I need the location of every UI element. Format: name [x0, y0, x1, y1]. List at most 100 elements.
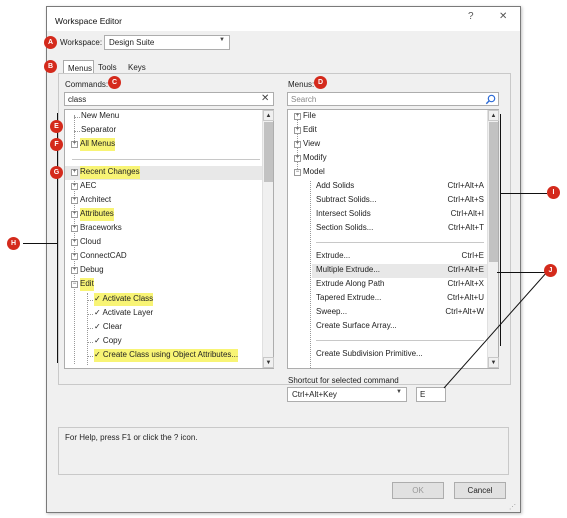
list-item[interactable]: ✓ Activate Class: [94, 293, 154, 306]
clear-search-icon[interactable]: ✕: [261, 93, 269, 104]
expand-icon[interactable]: +: [71, 141, 78, 148]
search-icon[interactable]: [485, 94, 496, 105]
callout-marker-h: H: [7, 237, 20, 250]
list-item[interactable]: ✓ Clear: [94, 321, 122, 334]
callout-leader: [500, 193, 547, 194]
scroll-thumb[interactable]: [489, 122, 498, 262]
command-label: Add Solids: [316, 181, 355, 190]
shortcut-key-value: E: [420, 390, 426, 399]
help-area: For Help, press F1 or click the ? icon.: [58, 427, 509, 475]
scroll-thumb[interactable]: [264, 122, 273, 182]
list-item[interactable]: Attributes: [80, 208, 114, 221]
list-item[interactable]: AEC: [80, 180, 96, 193]
expand-icon[interactable]: +: [294, 141, 301, 148]
expand-icon[interactable]: +: [71, 239, 78, 246]
list-item[interactable]: New Menu: [81, 110, 119, 123]
shortcut-label: Shortcut for selected command: [288, 376, 399, 385]
command-label: Sweep...: [316, 307, 348, 316]
resize-grip-icon[interactable]: ⋰: [509, 503, 517, 511]
command-label: Tapered Extrude...: [316, 293, 382, 302]
expand-icon[interactable]: +: [294, 155, 301, 162]
close-icon[interactable]: ✕: [499, 11, 507, 22]
list-item[interactable]: Edit: [303, 124, 317, 137]
expand-icon[interactable]: +: [294, 127, 301, 134]
list-item[interactable]: Cloud: [80, 236, 101, 249]
collapse-icon[interactable]: −: [71, 281, 78, 288]
workspace-select[interactable]: Design Suite ▼: [104, 35, 230, 50]
expand-icon[interactable]: +: [71, 211, 78, 218]
callout-leader: [443, 272, 548, 389]
command-shortcut: Ctrl+Alt+T: [447, 223, 484, 232]
expand-icon[interactable]: +: [71, 197, 78, 204]
expand-icon[interactable]: +: [71, 169, 78, 176]
scroll-up-icon[interactable]: ▲: [488, 110, 499, 121]
list-item[interactable]: Model: [303, 166, 325, 179]
callout-marker-i: I: [547, 186, 560, 199]
tree-separator: [72, 159, 260, 160]
callout-marker-f: F: [50, 138, 63, 151]
commands-tree[interactable]: New Menu Separator + All Menus + Recent …: [64, 109, 274, 369]
list-item[interactable]: ✓ Activate Layer: [94, 307, 153, 320]
callout-marker-a: A: [44, 36, 57, 49]
commands-search-field[interactable]: class ✕: [64, 92, 274, 106]
commands-label: Commands:: [65, 80, 109, 89]
menu-command-row[interactable]: Section Solids... Ctrl+Alt+T: [316, 222, 484, 236]
collapse-icon[interactable]: −: [294, 169, 301, 176]
list-item[interactable]: Braceworks: [80, 222, 122, 235]
list-item[interactable]: Architect: [80, 194, 111, 207]
command-shortcut: Ctrl+Alt+A: [447, 181, 484, 190]
list-item[interactable]: ✓ Create Class using Object Attributes..…: [94, 349, 239, 362]
callout-marker-b: B: [44, 60, 57, 73]
callout-marker-d: D: [314, 76, 327, 89]
list-item[interactable]: ✓ Copy: [94, 335, 122, 348]
command-label: Create Surface Array...: [316, 321, 397, 330]
list-item[interactable]: View: [303, 138, 320, 151]
scroll-up-icon[interactable]: ▲: [263, 110, 274, 121]
list-item[interactable]: Separator: [81, 124, 116, 137]
expand-icon[interactable]: +: [294, 113, 301, 120]
callout-marker-j: J: [544, 264, 557, 277]
list-item[interactable]: Modify: [303, 152, 327, 165]
shortcut-modifier-select[interactable]: Ctrl+Alt+Key ▼: [287, 387, 407, 402]
list-item[interactable]: Debug: [80, 264, 104, 277]
list-item[interactable]: ConnectCAD: [80, 250, 127, 263]
command-label: Subtract Solids...: [316, 195, 377, 204]
callout-marker-e: E: [50, 120, 63, 133]
list-item[interactable]: Edit: [80, 278, 94, 291]
callout-marker-g: G: [50, 166, 63, 179]
menu-command-row[interactable]: Extrude... Ctrl+E: [316, 250, 484, 264]
menu-separator: [316, 242, 484, 243]
menus-search-placeholder: Search: [291, 95, 317, 104]
list-item[interactable]: All Menus: [80, 138, 116, 151]
command-label: Section Solids...: [316, 223, 374, 232]
commands-scrollbar[interactable]: ▲ ▼: [262, 110, 274, 368]
scroll-down-icon[interactable]: ▼: [263, 357, 274, 368]
workspace-value: Design Suite: [109, 38, 155, 47]
chevron-down-icon: ▼: [219, 37, 225, 43]
tree-line: [310, 181, 311, 368]
command-shortcut: Ctrl+Alt+S: [447, 195, 484, 204]
expand-icon[interactable]: +: [71, 253, 78, 260]
menu-command-row[interactable]: Subtract Solids... Ctrl+Alt+S: [316, 194, 484, 208]
ok-button[interactable]: OK: [392, 482, 444, 499]
expand-icon[interactable]: +: [71, 183, 78, 190]
help-text: For Help, press F1 or click the ? icon.: [65, 433, 198, 442]
menus-search-field[interactable]: Search: [287, 92, 499, 106]
command-label: Extrude...: [316, 251, 351, 260]
command-label: Extrude Along Path: [316, 279, 385, 288]
list-item[interactable]: File: [303, 110, 316, 123]
commands-search-value: class: [68, 95, 87, 104]
expand-icon[interactable]: +: [71, 225, 78, 232]
workspace-label: Workspace:: [60, 38, 103, 47]
title-bar: Workspace Editor ? ✕: [47, 7, 520, 31]
menu-command-row[interactable]: Intersect Solids Ctrl+Alt+I: [316, 208, 484, 222]
cancel-button[interactable]: Cancel: [454, 482, 506, 499]
list-item[interactable]: Recent Changes: [80, 166, 140, 179]
help-icon[interactable]: ?: [468, 11, 474, 22]
command-label: Intersect Solids: [316, 209, 371, 218]
menu-command-row[interactable]: Add Solids Ctrl+Alt+A: [316, 180, 484, 194]
expand-icon[interactable]: +: [71, 267, 78, 274]
tree-line: [74, 115, 75, 143]
window-title: Workspace Editor: [55, 16, 122, 26]
command-shortcut: Ctrl+E: [461, 251, 484, 260]
